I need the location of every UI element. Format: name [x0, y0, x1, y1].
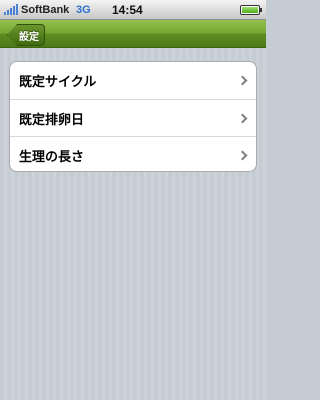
list-item-default-cycle[interactable]: 既定サイクル: [10, 62, 256, 99]
status-time: 14:54: [112, 3, 143, 17]
chevron-right-icon: [237, 75, 248, 86]
settings-list: 既定サイクル 既定排卵日 生理の長さ: [9, 61, 257, 172]
signal-strength-icon: [4, 4, 18, 15]
list-item-label: 既定サイクル: [19, 75, 97, 90]
battery-icon: [240, 5, 262, 15]
chevron-right-icon: [237, 113, 248, 124]
navigation-bar: 設定: [0, 20, 266, 48]
network-type: 3G: [76, 4, 91, 16]
carrier-name: SoftBank: [21, 4, 70, 16]
app-screen: SoftBank 3G 14:54 設定 既定サイクル 既定排卵日 生理の長さ: [0, 0, 266, 400]
list-item-period-length[interactable]: 生理の長さ: [10, 136, 256, 171]
list-item-label: 既定排卵日: [19, 112, 85, 128]
back-button[interactable]: 設定: [7, 24, 45, 46]
battery-level: [242, 7, 258, 13]
chevron-right-icon: [237, 150, 248, 161]
list-item-default-ovulation-day[interactable]: 既定排卵日: [10, 99, 256, 136]
list-item-label: 生理の長さ: [19, 149, 85, 165]
status-bar: SoftBank 3G 14:54: [0, 0, 266, 20]
